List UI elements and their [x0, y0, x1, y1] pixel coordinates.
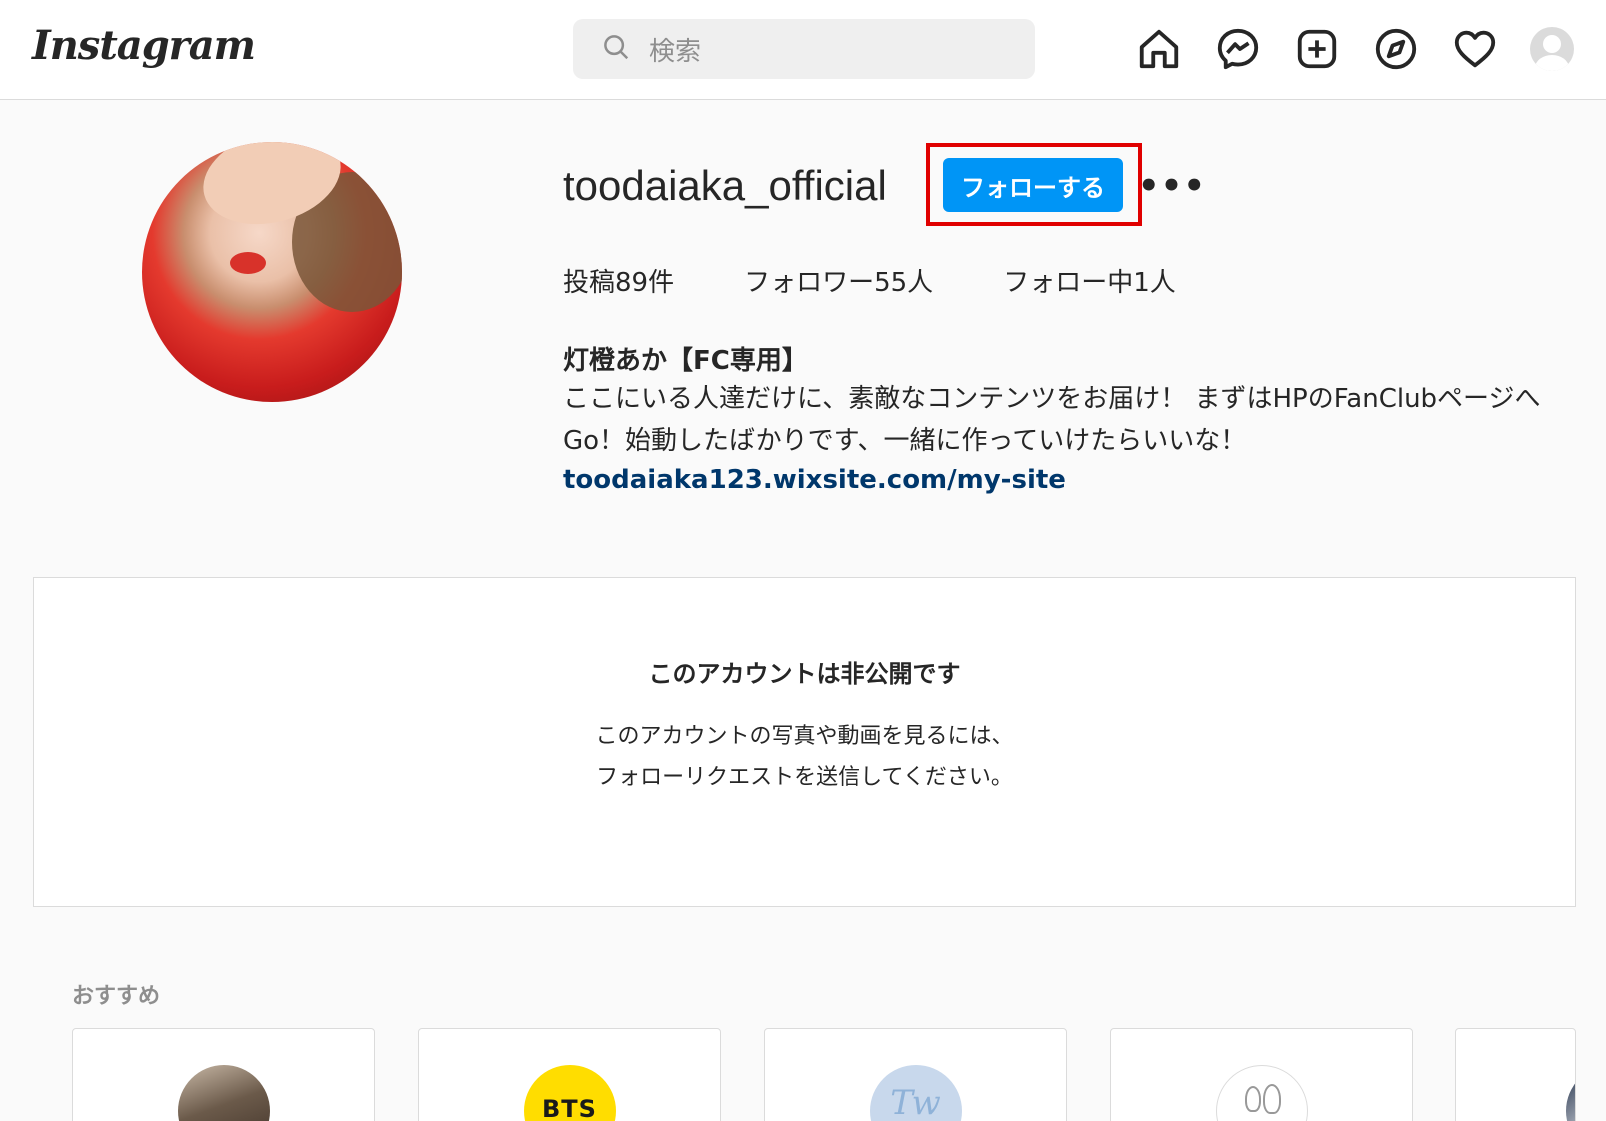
- bio-display-name: 灯橙あか【FC専用】: [563, 346, 808, 376]
- suggestion-avatar[interactable]: [1215, 1065, 1308, 1121]
- avatar-head-shape: [1543, 35, 1561, 53]
- bio-website-link[interactable]: toodaiaka123.wixsite.com/my-site: [563, 465, 1066, 495]
- sketch-figure-shape: [1244, 1086, 1261, 1112]
- suggestion-card[interactable]: Tw: [764, 1028, 1067, 1121]
- search-placeholder: 検索: [649, 36, 702, 67]
- profile-stats: 投稿89件 フォロワー55人 フォロー中1人: [563, 262, 1246, 299]
- home-icon[interactable]: [1135, 25, 1183, 73]
- explore-icon[interactable]: [1372, 25, 1420, 73]
- suggestions-title: おすすめ: [72, 984, 161, 1009]
- more-options-button[interactable]: •••: [1138, 166, 1205, 206]
- suggestion-card[interactable]: BTS: [418, 1028, 721, 1121]
- private-account-panel: このアカウントは非公開です このアカウントの写真や動画を見るには、フォローリクエ…: [33, 577, 1576, 907]
- following-count[interactable]: フォロー中1人: [1003, 262, 1176, 299]
- messenger-icon[interactable]: [1214, 25, 1262, 73]
- instagram-logo[interactable]: Instagram: [32, 22, 256, 69]
- suggestion-avatar[interactable]: BTS: [523, 1065, 616, 1121]
- suggestion-card[interactable]: [72, 1028, 375, 1121]
- avatar-body-shape: [1535, 55, 1569, 71]
- pfp-lips-shape: [230, 252, 266, 274]
- follow-button[interactable]: フォローする: [943, 158, 1123, 212]
- bio-text: ここにいる人達だけに、素敵なコンテンツをお届け！ まずはHPのFanClubペー…: [563, 384, 1541, 456]
- profile-avatar-icon[interactable]: [1530, 27, 1574, 71]
- suggestion-card[interactable]: [1455, 1028, 1576, 1121]
- new-post-icon[interactable]: [1293, 25, 1341, 73]
- private-account-description: このアカウントの写真や動画を見るには、フォローリクエストを送信してください。: [595, 724, 1014, 790]
- suggestion-avatar[interactable]: [1566, 1065, 1575, 1121]
- profile-username: toodaiaka_official: [563, 162, 887, 209]
- search-icon: [601, 32, 631, 66]
- suggestion-avatar[interactable]: Tw: [869, 1065, 962, 1121]
- top-nav-bar: Instagram 検索: [0, 0, 1606, 100]
- suggestion-card[interactable]: [1110, 1028, 1413, 1121]
- sketch-figure-shape: [1262, 1084, 1281, 1114]
- profile-picture[interactable]: [142, 142, 402, 402]
- private-account-title: このアカウントは非公開です: [648, 660, 961, 688]
- followers-count[interactable]: フォロワー55人: [744, 262, 933, 299]
- suggestion-avatar[interactable]: [177, 1065, 270, 1121]
- posts-count: 投稿89件: [563, 268, 675, 298]
- nav-icons: [1135, 25, 1574, 73]
- activity-heart-icon[interactable]: [1451, 25, 1499, 73]
- search-input[interactable]: 検索: [573, 19, 1035, 79]
